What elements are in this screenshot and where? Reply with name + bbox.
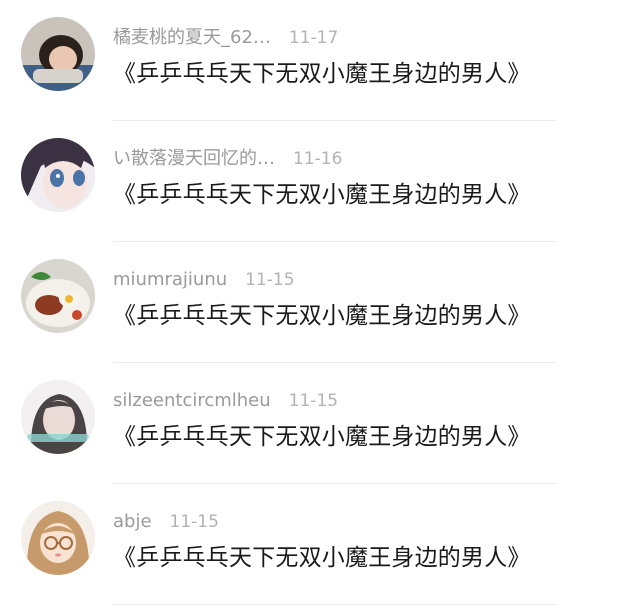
- username[interactable]: 橘麦桃的夏天_62…: [113, 25, 271, 51]
- comment-date: 11-15: [169, 512, 219, 532]
- comment-item[interactable]: miumrajiunu 11-15 《乒乒乓乓天下无双小魔王身边的男人》: [0, 242, 640, 363]
- comment-text: 《乒乒乓乓天下无双小魔王身边的男人》: [113, 303, 531, 329]
- username[interactable]: abje: [113, 509, 152, 535]
- cartoon-girl-glasses-avatar-icon: [21, 501, 95, 575]
- username[interactable]: い散落漫天回忆的…: [113, 146, 275, 172]
- girl-portrait-avatar-icon: [21, 380, 95, 454]
- comment-text: 《乒乒乓乓天下无双小魔王身边的男人》: [113, 545, 531, 571]
- avatar[interactable]: [21, 138, 95, 212]
- avatar[interactable]: [21, 501, 95, 575]
- comment-item[interactable]: 橘麦桃的夏天_62… 11-17 《乒乒乓乓天下无双小魔王身边的男人》: [0, 0, 640, 121]
- comment-item[interactable]: abje 11-15 《乒乒乓乓天下无双小魔王身边的男人》: [0, 484, 640, 605]
- comment-date: 11-17: [288, 28, 339, 48]
- girl-photo-avatar-icon: [21, 17, 95, 91]
- comment-text: 《乒乒乓乓天下无双小魔王身边的男人》: [113, 424, 531, 450]
- food-plate-avatar-icon: [21, 259, 95, 333]
- comment-date: 11-15: [288, 391, 339, 411]
- comment-meta: miumrajiunu 11-15: [113, 267, 295, 293]
- anime-girl-avatar-icon: [21, 138, 95, 212]
- comment-list: 橘麦桃的夏天_62… 11-17 《乒乒乓乓天下无双小魔王身边的男人》 い散落漫天…: [0, 0, 640, 608]
- avatar[interactable]: [21, 259, 95, 333]
- comment-date: 11-16: [293, 149, 343, 169]
- comment-item[interactable]: silzeentcircmlheu 11-15 《乒乒乓乓天下无双小魔王身边的男人…: [0, 363, 640, 484]
- avatar[interactable]: [21, 380, 95, 454]
- divider: [113, 604, 556, 605]
- comment-meta: abje 11-15: [113, 509, 219, 535]
- username[interactable]: silzeentcircmlheu: [113, 388, 271, 414]
- username[interactable]: miumrajiunu: [113, 267, 227, 293]
- comment-meta: い散落漫天回忆的… 11-16: [113, 146, 342, 172]
- comment-text: 《乒乒乓乓天下无双小魔王身边的男人》: [113, 61, 531, 87]
- comment-text: 《乒乒乓乓天下无双小魔王身边的男人》: [113, 182, 531, 208]
- comment-date: 11-15: [245, 270, 295, 290]
- comment-meta: 橘麦桃的夏天_62… 11-17: [113, 25, 338, 51]
- comment-meta: silzeentcircmlheu 11-15: [113, 388, 338, 414]
- avatar[interactable]: [21, 17, 95, 91]
- comment-item[interactable]: い散落漫天回忆的… 11-16 《乒乒乓乓天下无双小魔王身边的男人》: [0, 121, 640, 242]
